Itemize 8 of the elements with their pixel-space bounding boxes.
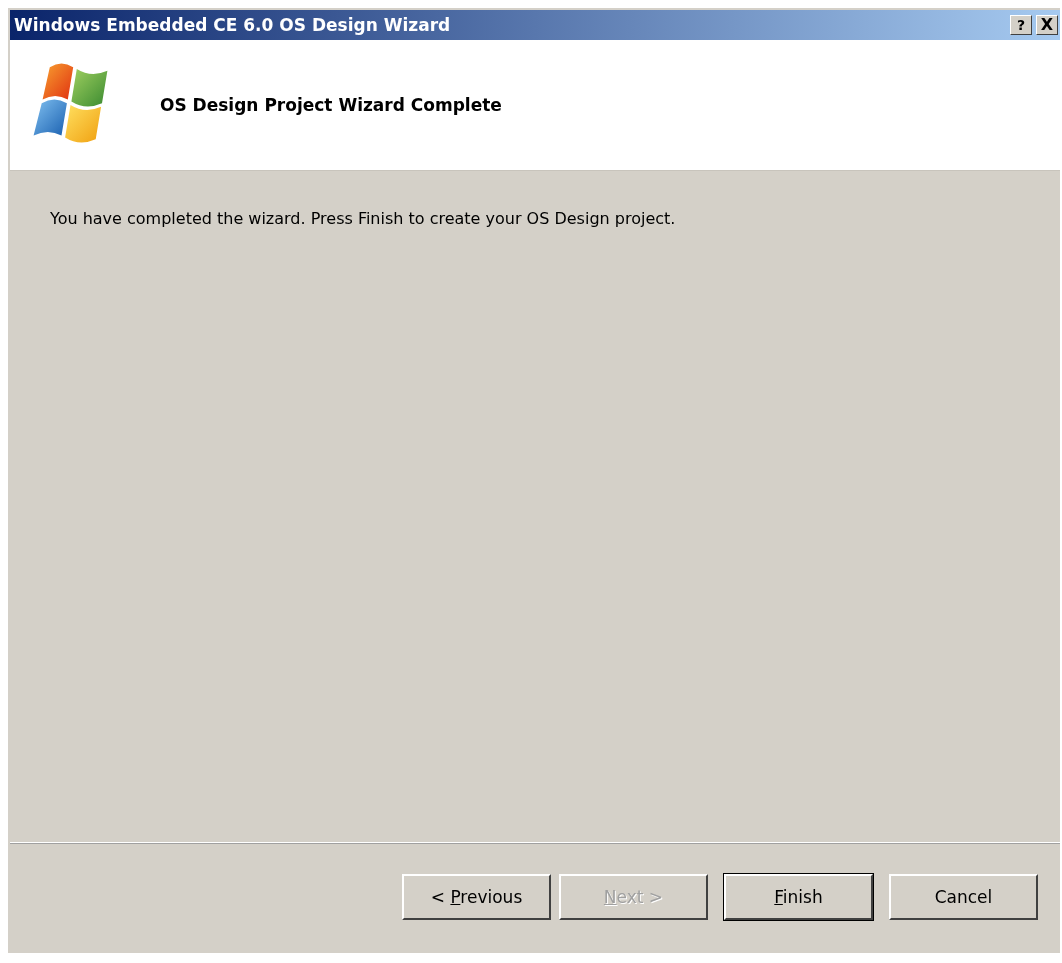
close-button[interactable]: X	[1036, 15, 1058, 35]
wizard-button[interactable]: < Previous	[402, 874, 551, 920]
wizard-button[interactable]: Cancel	[889, 874, 1038, 920]
page-heading: OS Design Project Wizard Complete	[160, 95, 502, 115]
help-button[interactable]: ?	[1010, 15, 1032, 35]
completion-message: You have completed the wizard. Press Finish to create your OS Design project.	[50, 209, 677, 228]
default-button[interactable]: Finish	[724, 874, 873, 920]
window-title: Windows Embedded CE 6.0 OS Design Wizard	[14, 15, 451, 35]
